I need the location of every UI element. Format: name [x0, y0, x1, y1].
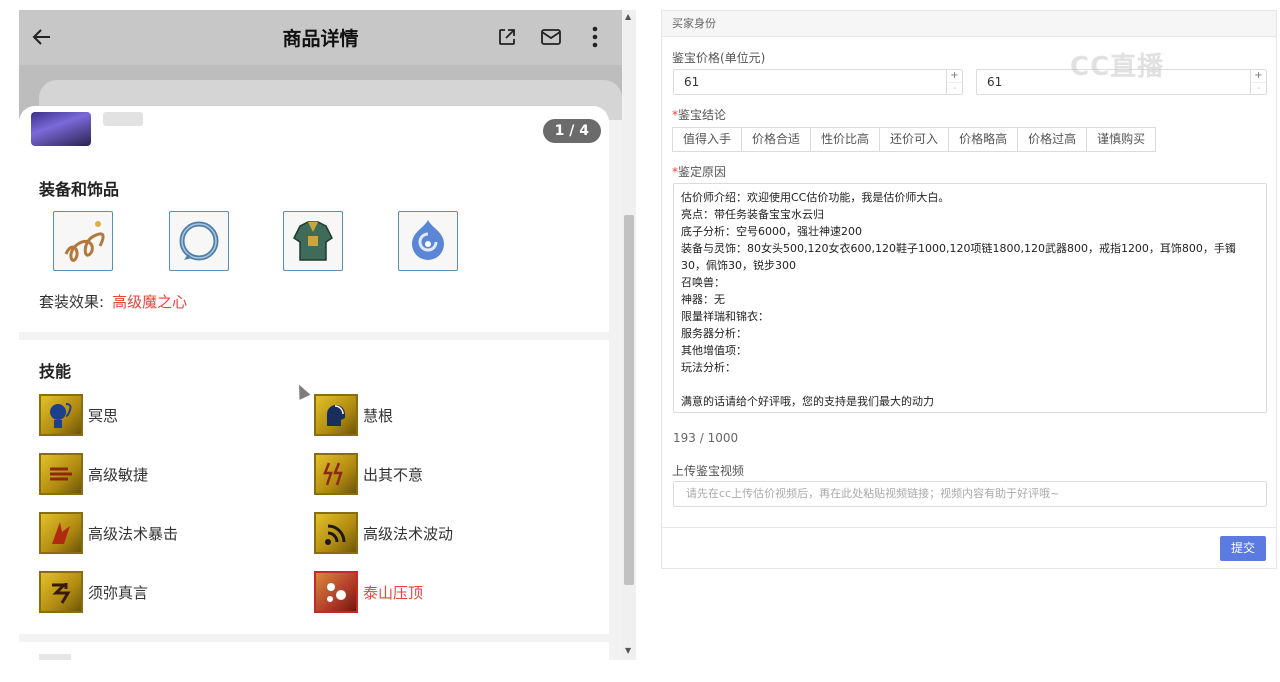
surprise-icon: [314, 453, 358, 495]
verdict-button-group: 值得入手 价格合适 性价比高 还价可入 价格略高 价格过高 谨慎购买: [672, 127, 1157, 152]
section-divider: [19, 332, 609, 340]
appraisal-form: 买家身份 鉴宝价格(单位元) 61 + - 61 + - *鉴宝结论 值得入手 价格…: [661, 10, 1277, 569]
submit-button[interactable]: 提交: [1220, 536, 1266, 561]
skill-item[interactable]: 高级法术暴击: [39, 512, 178, 554]
skills-section-title: 技能: [39, 362, 72, 381]
verdict-label: *鉴宝结论: [672, 108, 727, 122]
minus-icon[interactable]: -: [947, 82, 962, 95]
scroll-down-icon[interactable]: ▼: [625, 646, 631, 655]
skill-item[interactable]: 出其不意: [314, 453, 423, 495]
skill-label: 出其不意: [363, 465, 424, 484]
skill-label: 高级法术波动: [363, 524, 454, 543]
price-min-stepper[interactable]: + -: [946, 70, 962, 94]
mail-icon: [541, 29, 561, 45]
plus-icon[interactable]: +: [1251, 70, 1266, 82]
price-min-input[interactable]: 61 + -: [673, 69, 963, 95]
price-max-stepper[interactable]: + -: [1250, 70, 1266, 94]
wisdom-icon: [314, 394, 358, 436]
equipment-item[interactable]: [53, 211, 113, 271]
page-indicator: 1 / 4: [542, 119, 601, 143]
char-counter: 193 / 1000: [673, 431, 739, 445]
form-footer-divider: [662, 527, 1276, 528]
skill-label: 泰山压顶: [363, 583, 424, 602]
equipment-item[interactable]: [283, 211, 343, 271]
price-min-value: 61: [684, 75, 700, 89]
next-section-title: [39, 654, 71, 660]
verdict-option[interactable]: 值得入手: [672, 127, 743, 152]
orb-icon: [412, 220, 444, 260]
set-effect-value[interactable]: 高级魔之心: [112, 293, 187, 311]
mantra-icon: [39, 571, 83, 613]
set-effect-row: 套装效果: 高级魔之心: [39, 291, 187, 312]
minus-icon[interactable]: -: [1251, 82, 1266, 95]
verdict-option[interactable]: 价格略高: [948, 127, 1019, 152]
spell-wave-icon: [314, 512, 358, 554]
agility-icon: [39, 453, 83, 495]
armor-icon: [293, 221, 333, 261]
spell-crit-icon: [39, 512, 83, 554]
verdict-option[interactable]: 还价可入: [879, 127, 950, 152]
avatar-name: [103, 112, 143, 126]
equipment-section-title: 装备和饰品: [39, 180, 120, 199]
reason-label: *鉴定原因: [672, 165, 727, 179]
skill-label: 须弥真言: [88, 583, 149, 602]
skill-item-highlighted[interactable]: 泰山压顶: [314, 571, 423, 613]
mountain-icon: [314, 571, 358, 613]
verdict-option[interactable]: 性价比高: [810, 127, 881, 152]
skill-item[interactable]: 高级敏捷: [39, 453, 148, 495]
phone-preview: 商品详情 1 / 4 装备和饰品 套装效果: 高级魔之心 技能 冥思 慧根 高级…: [19, 10, 622, 660]
arrow-left-icon: [32, 29, 50, 45]
verdict-option[interactable]: 价格过高: [1017, 127, 1088, 152]
reason-textarea[interactable]: 估价师介绍：欢迎使用CC估价功能，我是估价师大白。 亮点：带任务装备宝宝水云归 …: [673, 183, 1267, 413]
skill-item[interactable]: 高级法术波动: [314, 512, 453, 554]
video-link-input[interactable]: 请先在cc上传估价视频后，再在此处粘贴视频链接；视频内容有助于好评哦~: [673, 481, 1267, 507]
verdict-option[interactable]: 谨慎购买: [1086, 127, 1157, 152]
page-scrollbar[interactable]: ▲ ▼: [622, 10, 636, 660]
mail-button[interactable]: [536, 22, 566, 52]
page-title: 商品详情: [282, 28, 359, 50]
watermark-logo: CC直播: [1070, 52, 1165, 82]
price-label: 鉴宝价格(单位元): [672, 51, 766, 65]
equipment-item[interactable]: [169, 211, 229, 271]
more-button[interactable]: [580, 22, 610, 52]
section-divider: [19, 634, 609, 642]
video-label: 上传鉴宝视频: [672, 464, 745, 478]
page-scroll-thumb[interactable]: [624, 215, 634, 585]
back-button[interactable]: [27, 22, 57, 52]
price-max-value: 61: [987, 75, 1003, 89]
more-vertical-icon: [592, 26, 598, 48]
skill-item[interactable]: 冥思: [39, 394, 118, 436]
scroll-up-icon[interactable]: ▲: [625, 12, 631, 21]
form-header: 买家身份: [662, 11, 1276, 37]
avatar: [31, 112, 91, 146]
skill-item[interactable]: 须弥真言: [39, 571, 148, 613]
share-button[interactable]: [492, 22, 522, 52]
verdict-option[interactable]: 价格合适: [741, 127, 812, 152]
phone-header: 商品详情: [19, 10, 622, 65]
skill-label: 慧根: [363, 406, 394, 425]
detail-sheet: 1 / 4 装备和饰品 套装效果: 高级魔之心 技能 冥思 慧根 高级敏捷 出其…: [19, 106, 609, 660]
set-effect-label: 套装效果:: [39, 293, 105, 311]
meditate-icon: [39, 394, 83, 436]
skill-label: 高级法术暴击: [88, 524, 179, 543]
ring-icon: [179, 221, 219, 261]
skill-label: 高级敏捷: [88, 465, 149, 484]
rope-icon: [64, 221, 105, 262]
skill-label: 冥思: [88, 406, 119, 425]
plus-icon[interactable]: +: [947, 70, 962, 82]
equipment-item[interactable]: [398, 211, 458, 271]
skill-item[interactable]: 慧根: [314, 394, 393, 436]
external-link-icon: [499, 29, 515, 45]
